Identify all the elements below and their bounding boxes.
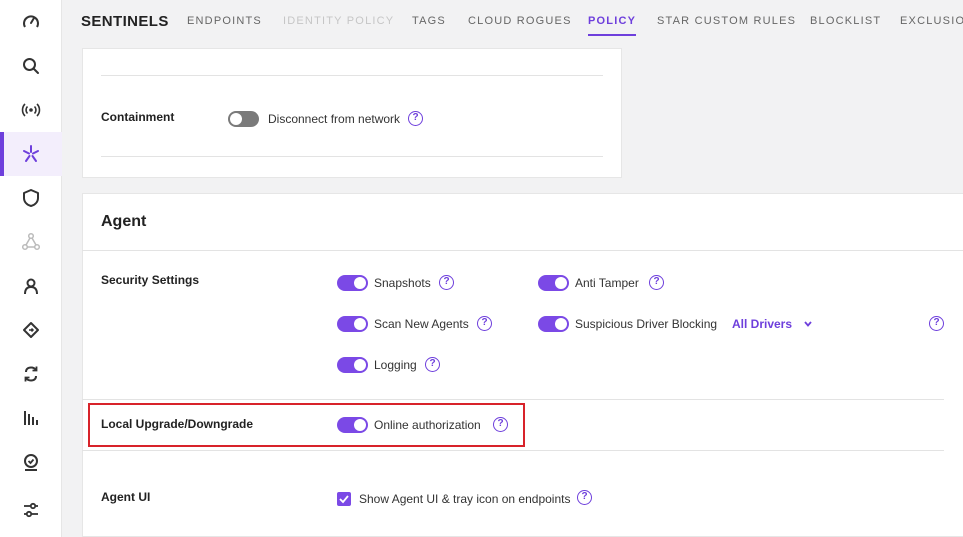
security-settings-label: Security Settings xyxy=(101,273,200,287)
checkmark-icon xyxy=(339,495,349,504)
agent-section-title: Agent xyxy=(101,213,147,230)
sentinels-star-icon xyxy=(23,145,39,162)
help-icon[interactable]: ? xyxy=(929,316,944,331)
divider xyxy=(82,399,944,400)
sidebar-item-network[interactable] xyxy=(0,220,62,264)
local-upgrade-downgrade-label: Local Upgrade/Downgrade xyxy=(101,417,254,431)
sidebar-item-sentinels[interactable] xyxy=(0,132,62,176)
sidebar-item-user[interactable] xyxy=(0,264,62,308)
sidebar-item-diamond[interactable] xyxy=(0,308,62,352)
show-agent-ui-checkbox[interactable] xyxy=(337,492,351,506)
help-icon[interactable]: ? xyxy=(493,417,508,432)
show-agent-ui-label: Show Agent UI & tray icon on endpoints xyxy=(359,492,571,506)
driver-scope-dropdown[interactable]: All Drivers xyxy=(732,317,792,331)
automation-badge-icon xyxy=(24,454,38,471)
sidebar-item-settings[interactable] xyxy=(0,488,62,532)
help-icon[interactable]: ? xyxy=(408,111,423,126)
tab-blocklist[interactable]: BLOCKLIST xyxy=(810,15,881,27)
snapshots-toggle[interactable] xyxy=(337,275,368,291)
sidebar-item-sync[interactable] xyxy=(0,352,62,396)
divider xyxy=(82,450,944,451)
logging-toggle[interactable] xyxy=(337,357,368,373)
disconnect-from-network-toggle[interactable] xyxy=(228,111,259,127)
tab-cloud-rogues[interactable]: CLOUD ROGUES xyxy=(468,15,572,27)
anti-tamper-label: Anti Tamper xyxy=(575,276,639,290)
sliders-icon xyxy=(24,502,38,518)
suspicious-driver-blocking-label: Suspicious Driver Blocking xyxy=(575,317,718,331)
chevron-down-icon[interactable] xyxy=(803,320,813,328)
sidebar-item-search[interactable] xyxy=(0,44,62,88)
shield-icon xyxy=(23,189,39,207)
sync-arrows-icon xyxy=(24,366,38,382)
sidebar-item-automation[interactable] xyxy=(0,440,62,484)
sidebar-item-reports[interactable] xyxy=(0,396,62,440)
broadcast-icon xyxy=(21,103,41,117)
brand-title: SENTINELS xyxy=(81,13,169,30)
divider xyxy=(101,75,603,76)
scan-new-agents-label: Scan New Agents xyxy=(374,317,469,331)
sidebar xyxy=(0,0,62,537)
help-icon[interactable]: ? xyxy=(425,357,440,372)
search-icon xyxy=(23,58,39,74)
online-authorization-toggle[interactable] xyxy=(337,417,368,433)
agent-ui-label: Agent UI xyxy=(101,490,151,504)
divider xyxy=(82,250,963,251)
user-icon xyxy=(24,278,38,295)
scan-new-agents-toggle[interactable] xyxy=(337,316,368,332)
tab-identity-policy[interactable]: IDENTITY POLICY xyxy=(283,15,394,27)
bar-chart-icon xyxy=(24,411,38,425)
anti-tamper-toggle[interactable] xyxy=(538,275,569,291)
sidebar-item-shield[interactable] xyxy=(0,176,62,220)
divider xyxy=(101,156,603,157)
logging-label: Logging xyxy=(374,358,417,372)
tab-policy[interactable]: POLICY xyxy=(588,15,637,36)
tab-star-custom-rules[interactable]: STAR CUSTOM RULES xyxy=(657,15,796,27)
tab-exclusions[interactable]: EXCLUSIONS xyxy=(900,15,963,27)
tab-endpoints[interactable]: ENDPOINTS xyxy=(187,15,262,27)
diamond-arrow-icon xyxy=(23,322,39,338)
top-navigation: SENTINELS ENDPOINTS IDENTITY POLICY TAGS… xyxy=(62,0,963,44)
online-authorization-label: Online authorization xyxy=(374,418,481,432)
suspicious-driver-blocking-toggle[interactable] xyxy=(538,316,569,332)
help-icon[interactable]: ? xyxy=(577,490,592,505)
network-graph-icon xyxy=(21,232,41,251)
sidebar-item-broadcast[interactable] xyxy=(0,88,62,132)
dashboard-gauge-icon xyxy=(23,15,39,28)
disconnect-from-network-label: Disconnect from network xyxy=(268,112,401,126)
agent-card xyxy=(82,193,963,537)
help-icon[interactable]: ? xyxy=(649,275,664,290)
sidebar-item-dashboard[interactable] xyxy=(0,0,62,44)
tab-tags[interactable]: TAGS xyxy=(412,15,446,27)
snapshots-label: Snapshots xyxy=(374,276,431,290)
help-icon[interactable]: ? xyxy=(477,316,492,331)
containment-label: Containment xyxy=(101,110,175,124)
help-icon[interactable]: ? xyxy=(439,275,454,290)
